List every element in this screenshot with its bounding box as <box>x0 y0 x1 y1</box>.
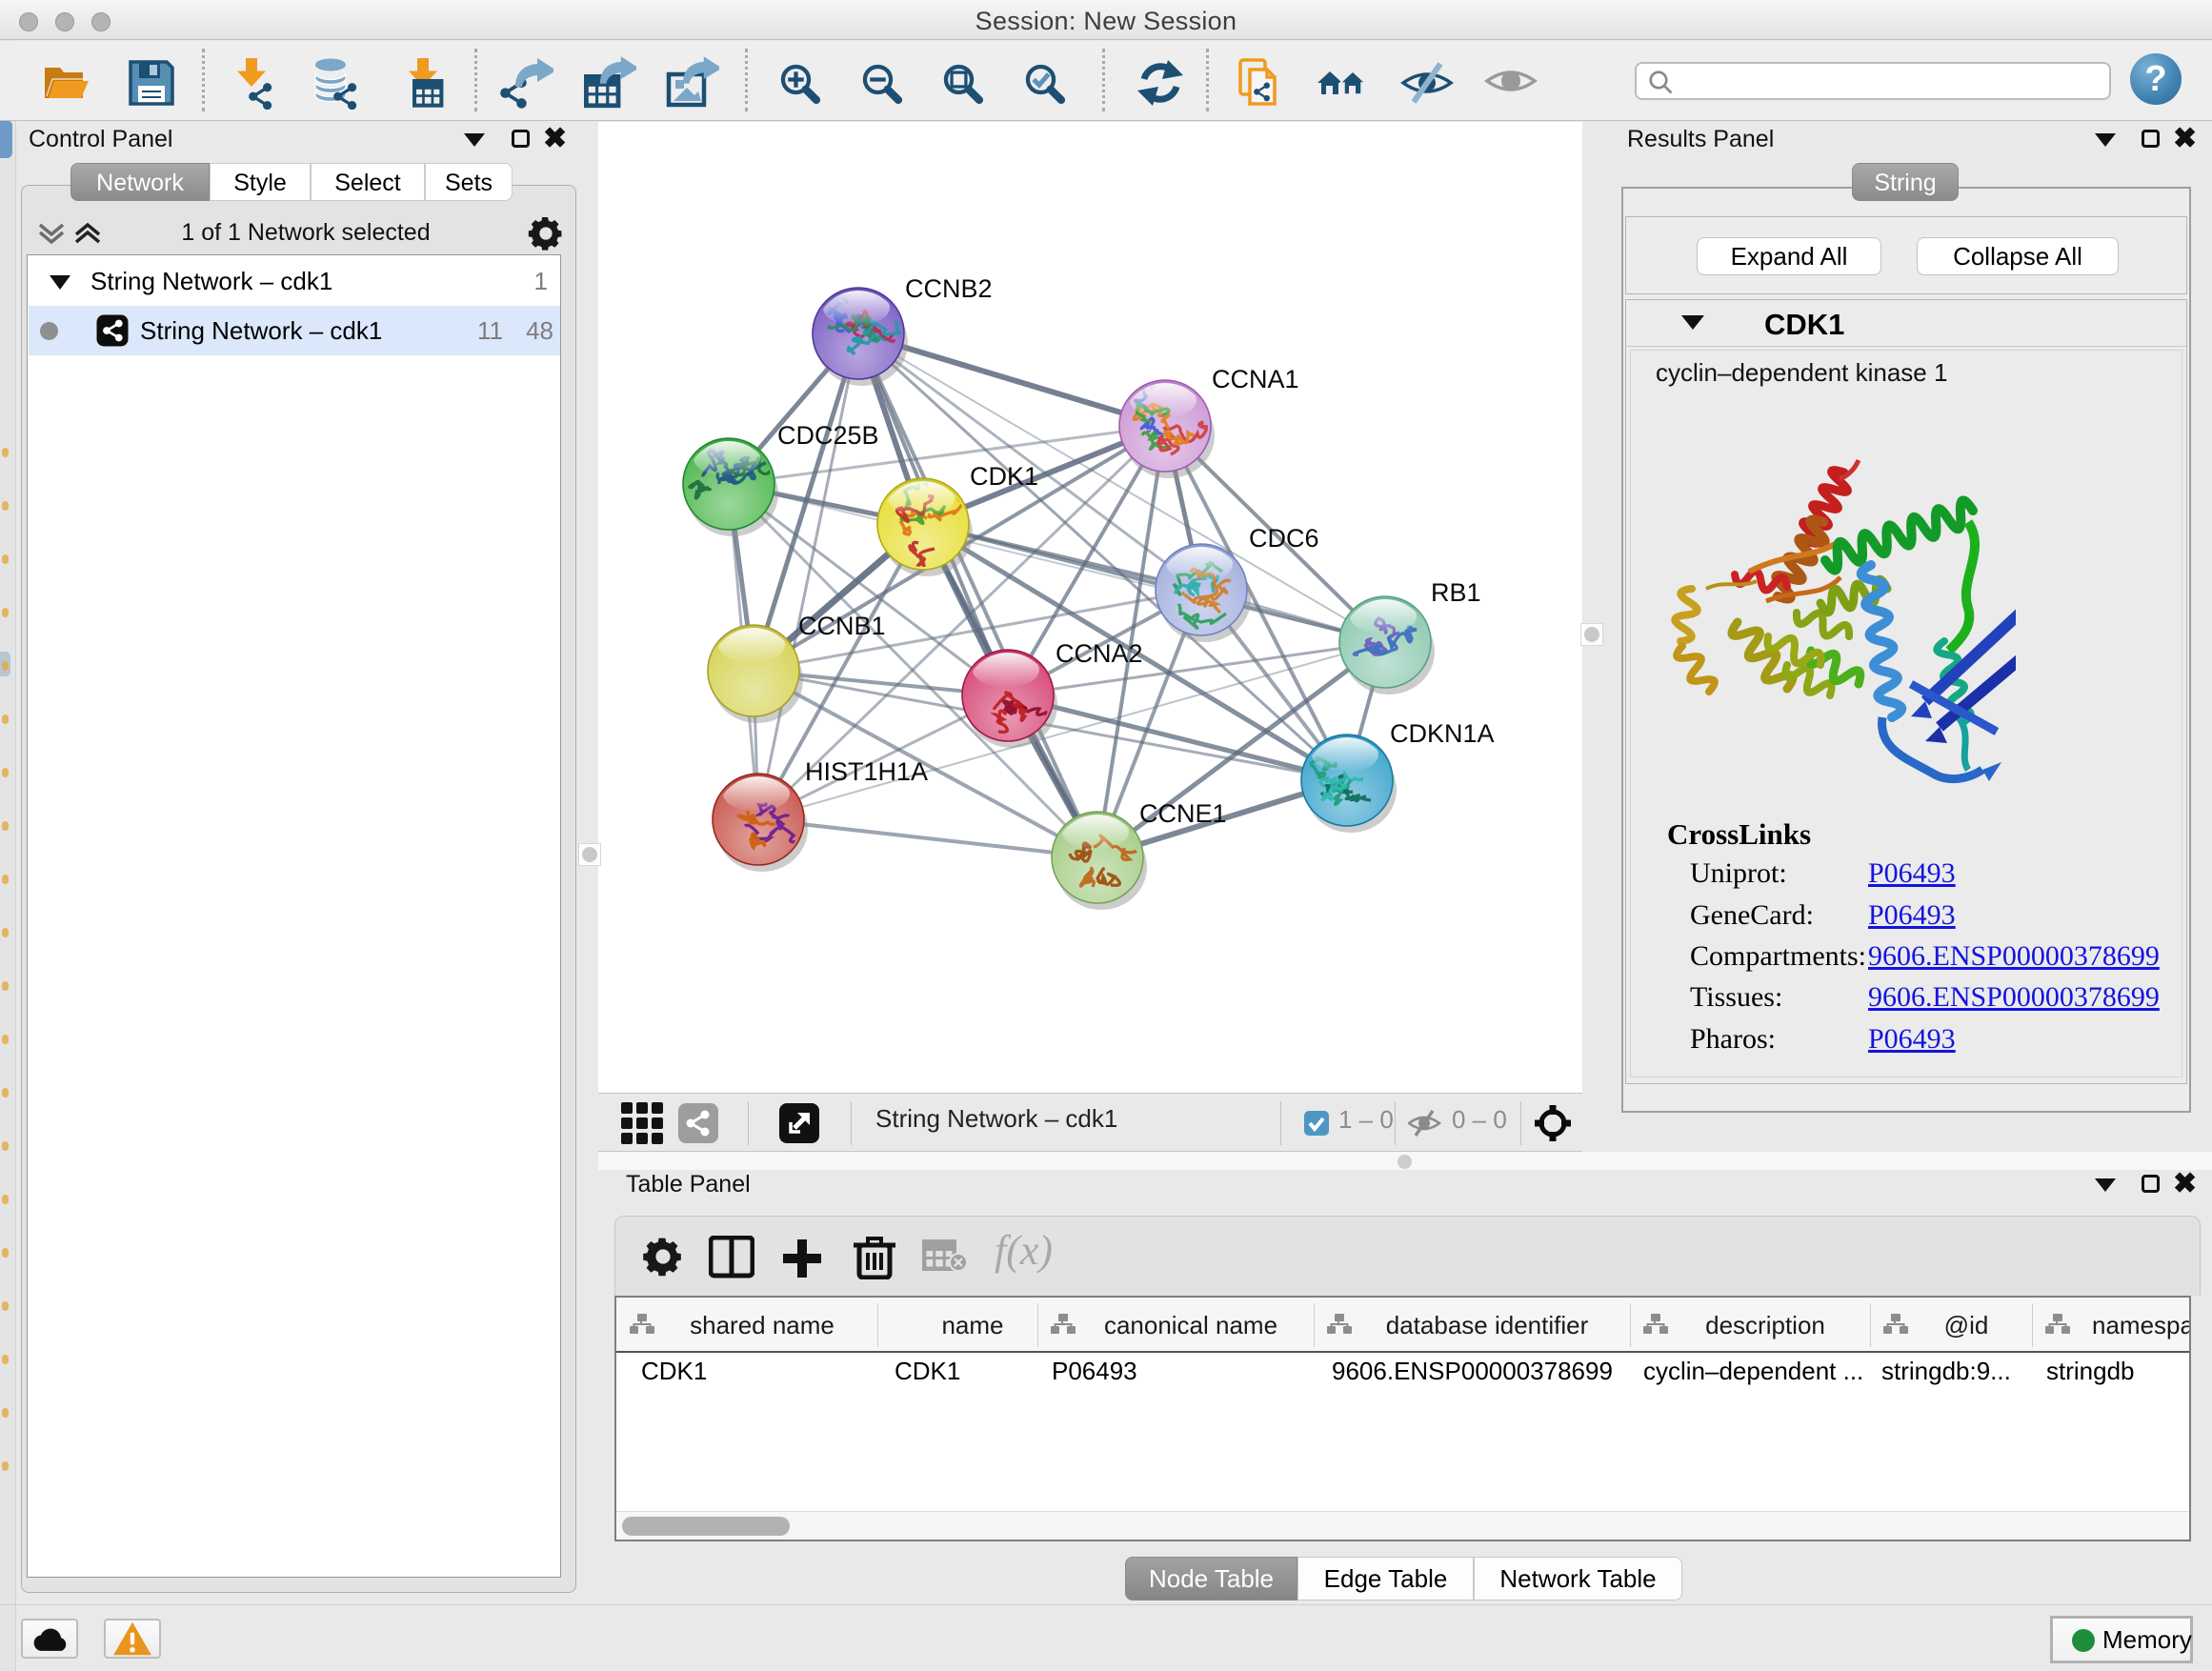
svg-text:CCNE1: CCNE1 <box>1139 799 1227 828</box>
svg-text:CCNA2: CCNA2 <box>1056 639 1143 668</box>
svg-text:CDK1: CDK1 <box>970 462 1038 491</box>
svg-text:CDKN1A: CDKN1A <box>1390 719 1495 748</box>
svg-text:CCNB1: CCNB1 <box>798 612 886 640</box>
svg-text:CCNB2: CCNB2 <box>905 274 993 303</box>
svg-text:CCNA1: CCNA1 <box>1212 365 1299 393</box>
svg-text:HIST1H1A: HIST1H1A <box>805 757 928 786</box>
svg-text:RB1: RB1 <box>1431 578 1481 607</box>
svg-text:CDC6: CDC6 <box>1249 524 1319 553</box>
svg-text:CDC25B: CDC25B <box>777 421 879 450</box>
